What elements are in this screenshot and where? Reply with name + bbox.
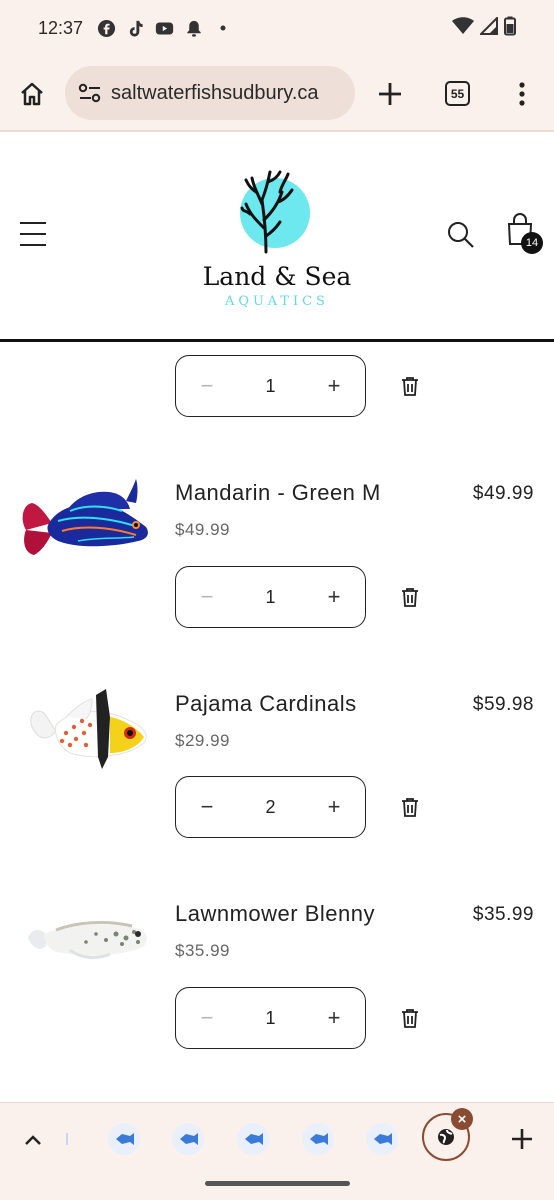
coral-icon [240, 170, 294, 254]
signal-icon [478, 15, 498, 40]
line-total: $35.99 [472, 904, 534, 925]
notification-icons [97, 19, 232, 38]
logo-subtitle: AQUATICS [225, 294, 329, 309]
plus-icon [512, 1129, 532, 1149]
fish-favicon-icon [237, 1123, 269, 1155]
browser-menu-button[interactable] [508, 76, 536, 112]
tab-favicon[interactable] [166, 1117, 210, 1161]
mandarin-fish-image[interactable] [18, 475, 158, 585]
product-name[interactable]: Pajama Cardinals [175, 691, 357, 717]
unit-price: $49.99 [175, 520, 230, 539]
tab-favicon[interactable] [360, 1117, 404, 1161]
cart-items-list: − 1 + Mandarin - Green M $49.99 $49.99 −… [0, 342, 554, 1102]
tab-favicon[interactable] [231, 1117, 275, 1161]
menu-hamburger-icon[interactable] [20, 222, 46, 246]
remove-item-button[interactable] [399, 585, 421, 609]
fish-favicon-icon [172, 1123, 204, 1155]
tiktok-icon [126, 19, 145, 38]
increase-quantity-button[interactable]: + [303, 777, 365, 837]
new-tab-button[interactable] [372, 76, 408, 112]
search-icon [448, 222, 474, 248]
youtube-icon [155, 19, 174, 38]
status-bar: 12:37 [0, 0, 554, 56]
status-time: 12:37 [38, 17, 84, 38]
search-button[interactable] [446, 220, 476, 250]
decrease-quantity-button[interactable]: − [176, 988, 238, 1048]
fish-favicon-icon [366, 1123, 398, 1155]
remove-item-button[interactable] [399, 374, 421, 398]
bell-icon [184, 19, 203, 38]
unit-price: $29.99 [175, 731, 230, 750]
home-icon [21, 82, 43, 106]
remove-item-button[interactable] [399, 1006, 421, 1030]
trash-icon [402, 1009, 418, 1028]
url-text: saltwaterfishsudbury.ca [111, 81, 319, 104]
quantity-stepper: − 1 + [175, 355, 366, 417]
quantity-stepper: − 1 + [175, 987, 366, 1049]
remove-item-button[interactable] [399, 795, 421, 819]
site-header: Land & Sea AQUATICS 14 [0, 132, 554, 340]
decrease-quantity-button[interactable]: − [176, 567, 238, 627]
wifi-icon [452, 16, 474, 40]
line-total: $59.98 [472, 694, 534, 715]
more-vert-icon [519, 82, 525, 106]
trash-icon [402, 588, 418, 607]
system-icons [452, 15, 516, 41]
tab-favicon[interactable] [102, 1117, 146, 1161]
product-name[interactable]: Mandarin - Green M [175, 480, 381, 506]
cart-button[interactable]: 14 [505, 212, 545, 256]
tab-switcher-button[interactable]: 55 [445, 81, 470, 106]
line-total: $49.99 [472, 483, 534, 504]
quantity-stepper: − 2 + [175, 776, 366, 838]
fish-favicon-icon [302, 1123, 334, 1155]
address-bar[interactable]: saltwaterfishsudbury.ca [65, 66, 355, 120]
battery-icon [504, 16, 516, 41]
quantity-stepper: − 1 + [175, 566, 366, 628]
increase-quantity-button[interactable]: + [303, 567, 365, 627]
site-logo[interactable]: Land & Sea AQUATICS [200, 170, 354, 320]
pajama-cardinal-image[interactable] [26, 687, 166, 797]
trash-icon [402, 377, 418, 396]
expand-tabs-button[interactable] [20, 1127, 46, 1153]
quantity-value[interactable]: 1 [238, 587, 303, 608]
tab-favicon[interactable] [296, 1117, 340, 1161]
increase-quantity-button[interactable]: + [303, 356, 365, 416]
plus-icon [379, 83, 401, 105]
logo-title: Land & Sea [202, 262, 352, 291]
globe-icon [438, 1129, 454, 1145]
tab-strip: × [0, 1102, 554, 1200]
chevron-up-icon [25, 1135, 41, 1145]
fish-favicon-icon [108, 1123, 140, 1155]
unit-price: $35.99 [175, 941, 230, 960]
product-name[interactable]: Lawnmower Blenny [175, 901, 375, 927]
close-tab-button[interactable]: × [451, 1108, 473, 1130]
home-button[interactable] [16, 78, 48, 110]
quantity-value[interactable]: 1 [238, 1008, 303, 1029]
decrease-quantity-button[interactable]: − [176, 356, 238, 416]
cart-count-badge: 14 [521, 232, 543, 254]
quantity-value[interactable]: 2 [238, 797, 303, 818]
tab-favicon[interactable] [54, 1117, 74, 1161]
quantity-value[interactable]: 1 [238, 376, 303, 397]
fish-favicon-icon [66, 1133, 68, 1145]
gesture-handle[interactable] [205, 1181, 350, 1186]
lawnmower-blenny-image[interactable] [26, 902, 166, 1012]
browser-toolbar: saltwaterfishsudbury.ca 55 [0, 56, 554, 130]
increase-quantity-button[interactable]: + [303, 988, 365, 1048]
facebook-icon [97, 19, 116, 38]
site-settings-icon[interactable] [77, 80, 103, 106]
trash-icon [402, 798, 418, 817]
decrease-quantity-button[interactable]: − [176, 777, 238, 837]
add-tab-button[interactable] [506, 1123, 538, 1155]
dot-icon [213, 19, 232, 38]
